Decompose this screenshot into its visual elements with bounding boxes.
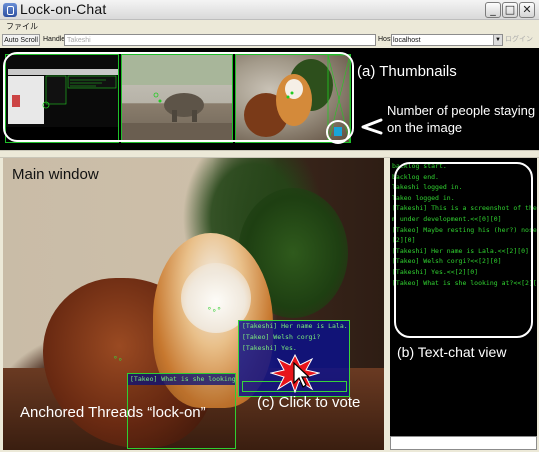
close-button[interactable]: ✕ <box>519 2 535 18</box>
maximize-button[interactable]: □ <box>502 2 518 18</box>
thumbnails-caption: (a) Thumbnails <box>357 63 457 80</box>
thumbnails-highlight <box>3 52 354 142</box>
arrow-left-icon <box>361 118 383 135</box>
app-window: Lock-on-Chat _ □ ✕ ファイル Auto Scroll Hand… <box>0 0 539 452</box>
handle-input[interactable]: Takeshi <box>64 34 376 46</box>
handle-label: Handle <box>43 36 66 43</box>
horizontal-splitter[interactable] <box>0 150 539 158</box>
host-value: localhost <box>393 37 421 44</box>
login-button[interactable]: ログイン <box>505 34 533 46</box>
main-window-caption: Main window <box>12 166 99 183</box>
window-title: Lock-on-Chat <box>20 1 107 17</box>
title-bar[interactable]: Lock-on-Chat _ □ ✕ <box>0 0 539 20</box>
thread-message: [Takeshi] Her name is Lala. <box>242 322 348 330</box>
host-select[interactable]: localhost ▼ <box>391 34 503 46</box>
auto-scroll-toggle[interactable]: Auto Scroll <box>2 34 40 46</box>
menu-file[interactable]: ファイル <box>6 20 38 33</box>
menu-bar: ファイル <box>0 20 539 33</box>
thread-anchor-marker[interactable]: °∘ <box>113 355 123 364</box>
mouse-cursor-icon <box>293 362 311 388</box>
people-count-caption: Number of people staying on the image <box>387 103 536 135</box>
thread-message: [Takeo] Welsh corgi? <box>242 333 321 341</box>
vote-caption: (c) Click to vote <box>257 394 361 411</box>
minimize-button[interactable]: _ <box>485 2 501 18</box>
chevron-down-icon[interactable]: ▼ <box>493 35 502 45</box>
thread-message: [Takeo] What is she looking at? <box>128 374 236 385</box>
toolbar: Auto Scroll Handle Takeshi Host localhos… <box>0 33 539 47</box>
chat-view-highlight <box>394 162 533 338</box>
thread-anchor-marker[interactable]: °∘° <box>207 306 221 315</box>
people-indicator-highlight <box>326 120 350 144</box>
chat-input[interactable] <box>390 436 537 450</box>
chat-view-caption: (b) Text-chat view <box>397 344 507 360</box>
app-icon <box>3 3 17 17</box>
anchored-threads-caption: Anchored Threads “lock-on” <box>20 404 206 421</box>
